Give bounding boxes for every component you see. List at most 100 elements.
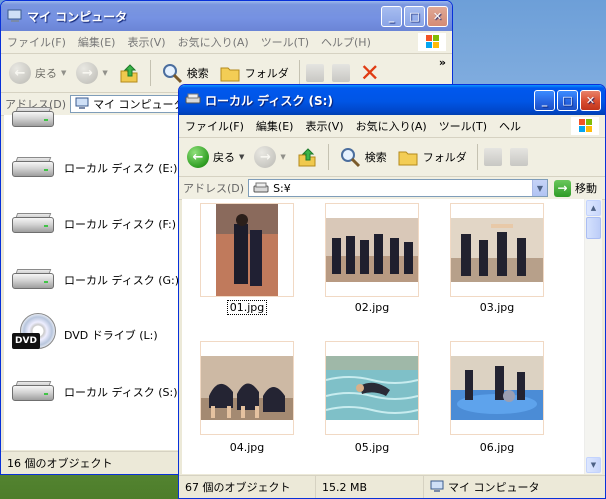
search-icon xyxy=(162,64,182,84)
hard-drive-icon xyxy=(12,213,54,235)
toolbar-separator xyxy=(476,144,478,170)
menu-tools[interactable]: ツール(T) xyxy=(255,34,315,50)
drive-label: ローカル ディスク (F:) xyxy=(64,218,176,231)
back-arrow-icon: ← xyxy=(187,146,209,168)
go-button[interactable]: → 移動 xyxy=(554,179,597,197)
window-title: マイ コンピュータ xyxy=(27,9,128,24)
my-computer-icon xyxy=(7,9,23,23)
back-button[interactable]: ← 戻る ▼ xyxy=(5,60,70,86)
minimize-button[interactable]: _ xyxy=(381,5,402,27)
status-object-count: 16 個のオブジェクト xyxy=(7,457,113,470)
thumbnail-01[interactable] xyxy=(200,203,294,297)
photo-thumbnail xyxy=(451,356,543,420)
drive-label: ローカル ディスク (S:) xyxy=(64,386,178,399)
toolbar-separator xyxy=(149,60,151,86)
drive-item-l[interactable]: DVD DVD ドライブ (L:) xyxy=(12,313,158,357)
menu-favorites[interactable]: お気に入り(A) xyxy=(172,34,255,50)
scroll-thumb[interactable] xyxy=(586,217,601,239)
up-folder-button[interactable] xyxy=(292,144,322,170)
windows-logo-icon xyxy=(571,117,599,135)
close-button[interactable]: ✕ xyxy=(427,5,448,27)
chevron-down-icon: ▼ xyxy=(239,153,245,161)
folders-button[interactable]: フォルダ xyxy=(393,145,471,169)
menu-bar: ファイル(F) 編集(E) 表示(V) お気に入り(A) ツール(T) ヘル xyxy=(179,115,605,138)
maximize-button[interactable]: □ xyxy=(404,5,425,27)
file-name[interactable]: 06.jpg xyxy=(450,441,544,454)
thumbnail-02[interactable] xyxy=(325,203,419,297)
back-button[interactable]: ← 戻る ▼ xyxy=(183,144,248,170)
toolbar-separator xyxy=(327,144,329,170)
drive-item-f[interactable]: ローカル ディスク (F:) xyxy=(12,213,176,235)
thumbnail-04[interactable] xyxy=(200,341,294,435)
copy-to-icon[interactable] xyxy=(509,148,528,166)
menu-help[interactable]: ヘル xyxy=(493,118,527,134)
minimize-button[interactable]: _ xyxy=(534,89,555,111)
search-button[interactable]: 検索 xyxy=(157,60,213,86)
chevron-down-icon: ▼ xyxy=(102,69,108,77)
my-computer-icon xyxy=(430,480,444,492)
menu-edit[interactable]: 編集(E) xyxy=(72,34,122,50)
toolbar: ← 戻る ▼ → ▼ 検索 フォルダ xyxy=(179,138,605,177)
move-to-icon[interactable] xyxy=(483,148,502,166)
up-folder-button[interactable] xyxy=(114,60,144,86)
drive-item-e[interactable]: ローカル ディスク (E:) xyxy=(12,157,177,179)
menu-view[interactable]: 表示(V) xyxy=(121,34,171,50)
menu-file[interactable]: ファイル(F) xyxy=(1,34,72,50)
thumbnail-05[interactable] xyxy=(325,341,419,435)
menu-edit[interactable]: 編集(E) xyxy=(250,118,300,134)
thumbnail-03[interactable] xyxy=(450,203,544,297)
scroll-down-button[interactable]: ▼ xyxy=(586,457,601,473)
drive-label: ローカル ディスク (E:) xyxy=(64,162,178,175)
file-name[interactable]: 03.jpg xyxy=(450,301,544,314)
status-location: マイ コンピュータ xyxy=(424,476,540,498)
title-bar[interactable]: マイ コンピュータ _ □ ✕ xyxy=(1,1,452,31)
file-name[interactable]: 05.jpg xyxy=(325,441,419,454)
status-object-count: 67 個のオブジェクト xyxy=(179,476,316,498)
file-name[interactable]: 01.jpg xyxy=(200,300,294,315)
forward-arrow-icon: → xyxy=(254,146,277,168)
photo-thumbnail xyxy=(216,204,278,296)
menu-help[interactable]: ヘルプ(H) xyxy=(315,34,377,50)
copy-to-icon[interactable] xyxy=(331,64,350,82)
address-label: アドレス(D) xyxy=(183,182,245,195)
delete-icon[interactable]: ✕ xyxy=(360,61,380,85)
vertical-scrollbar[interactable]: ▲ ▼ xyxy=(584,199,602,474)
drive-item-s[interactable]: ローカル ディスク (S:) xyxy=(12,381,178,403)
file-name[interactable]: 02.jpg xyxy=(325,301,419,314)
hard-drive-icon xyxy=(253,182,269,193)
file-name[interactable]: 04.jpg xyxy=(200,441,294,454)
maximize-button[interactable]: □ xyxy=(557,89,578,111)
dvd-badge: DVD xyxy=(12,333,40,349)
menu-bar: ファイル(F) 編集(E) 表示(V) お気に入り(A) ツール(T) ヘルプ(… xyxy=(1,31,452,54)
menu-favorites[interactable]: お気に入り(A) xyxy=(350,118,433,134)
address-input[interactable]: S:¥ ▼ xyxy=(248,179,548,197)
menu-tools[interactable]: ツール(T) xyxy=(433,118,493,134)
photo-thumbnail xyxy=(201,356,293,420)
back-arrow-icon: ← xyxy=(9,62,31,84)
drive-item-partial[interactable] xyxy=(12,107,54,129)
hard-drive-icon xyxy=(12,157,54,179)
photo-thumbnail xyxy=(326,356,418,420)
close-button[interactable]: ✕ xyxy=(580,89,601,111)
toolbar-separator xyxy=(298,60,300,86)
folders-button[interactable]: フォルダ xyxy=(215,61,293,85)
drive-label: DVD ドライブ (L:) xyxy=(64,329,158,342)
search-icon xyxy=(340,148,360,168)
local-disk-window[interactable]: ローカル ディスク (S:) _ □ ✕ ファイル(F) 編集(E) 表示(V)… xyxy=(178,84,606,499)
move-to-icon[interactable] xyxy=(305,64,324,82)
up-folder-icon xyxy=(298,148,316,167)
menu-file[interactable]: ファイル(F) xyxy=(179,118,250,134)
status-size: 15.2 MB xyxy=(316,476,424,498)
forward-button[interactable]: → ▼ xyxy=(250,144,289,170)
forward-button[interactable]: → ▼ xyxy=(72,60,111,86)
drive-label: ローカル ディスク (G:) xyxy=(64,274,180,287)
address-dropdown-button[interactable]: ▼ xyxy=(532,180,547,196)
menu-view[interactable]: 表示(V) xyxy=(299,118,349,134)
toolbar-overflow-chevron[interactable]: » xyxy=(439,56,446,69)
scroll-up-button[interactable]: ▲ xyxy=(586,200,601,216)
title-bar[interactable]: ローカル ディスク (S:) _ □ ✕ xyxy=(179,85,605,115)
hard-drive-icon xyxy=(185,93,201,107)
search-button[interactable]: 検索 xyxy=(335,144,391,170)
drive-item-g[interactable]: ローカル ディスク (G:) xyxy=(12,269,179,291)
thumbnail-06[interactable] xyxy=(450,341,544,435)
